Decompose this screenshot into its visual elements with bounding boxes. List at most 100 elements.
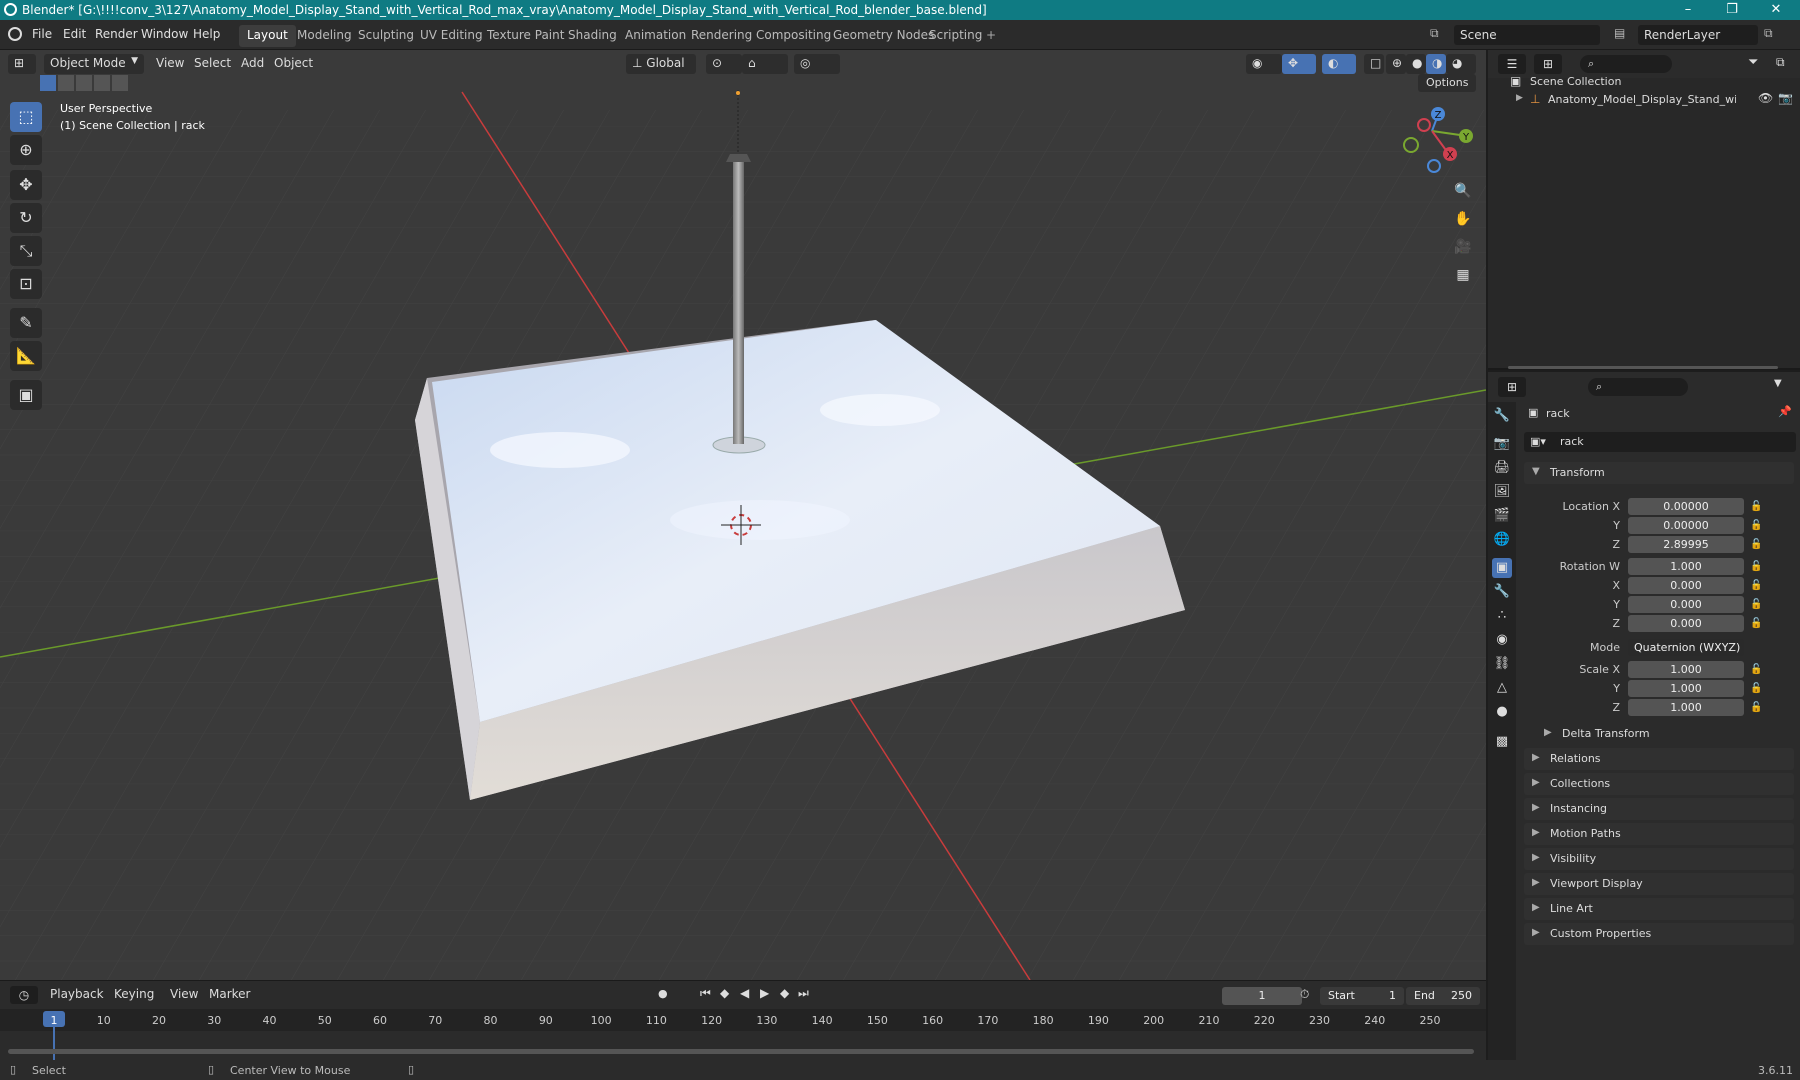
cursor-tool-icon[interactable]: ⊕ xyxy=(10,135,42,165)
rotate-tool-icon[interactable]: ↻ xyxy=(10,203,42,233)
pan-hand-icon[interactable]: ✋ xyxy=(1450,206,1476,232)
scale-x-field[interactable]: 1.000 xyxy=(1628,661,1744,678)
camera-render-icon[interactable]: 📷 xyxy=(1778,91,1793,105)
add-cube-tool-icon[interactable]: ▣ xyxy=(10,380,42,410)
menu-window[interactable]: Window xyxy=(141,27,188,41)
outliner-scrollbar[interactable] xyxy=(1508,366,1778,369)
scene-tab-icon[interactable]: 🎬 xyxy=(1492,506,1512,526)
filter-icon[interactable]: ⏷ xyxy=(1748,55,1768,70)
properties-options-chevron-icon[interactable]: ▼ xyxy=(1774,378,1782,389)
annotate-tool-icon[interactable]: ✎ xyxy=(10,308,42,338)
overlay-toggle-icon[interactable]: ◐ xyxy=(1322,54,1356,74)
menu-render[interactable]: Render xyxy=(95,27,138,41)
material-shading-icon[interactable]: ◑ xyxy=(1426,54,1446,74)
properties-editor-icon[interactable]: ⊞ xyxy=(1498,377,1526,397)
data-tab-icon[interactable]: △ xyxy=(1492,678,1512,698)
scale-tool-icon[interactable]: ⤡ xyxy=(10,236,42,266)
tab-shading[interactable]: Shading xyxy=(560,25,625,47)
rotation-x-field[interactable]: 0.000 xyxy=(1628,577,1744,594)
close-button[interactable]: ✕ xyxy=(1754,0,1798,20)
editor-type-icon[interactable]: ⊞ xyxy=(8,54,36,74)
move-tool-icon[interactable]: ✥ xyxy=(10,170,42,200)
scale-z-field[interactable]: 1.000 xyxy=(1628,699,1744,716)
location-z-field[interactable]: 2.89995 xyxy=(1628,536,1744,553)
lock-icon[interactable]: 🔓 xyxy=(1750,599,1762,610)
constraints-tab-icon[interactable]: ⛓ xyxy=(1492,654,1512,674)
line-art-panel-header[interactable]: ▶ Line Art xyxy=(1524,898,1794,920)
modifier-tab-icon[interactable]: 🔧 xyxy=(1492,582,1512,602)
view-layer-tab-icon[interactable]: 🖼 xyxy=(1492,482,1512,502)
location-y-field[interactable]: 0.00000 xyxy=(1628,517,1744,534)
rotation-mode-dropdown[interactable]: Quaternion (WXYZ) xyxy=(1628,639,1744,656)
solid-shading-icon[interactable]: ● xyxy=(1406,54,1426,74)
xray-icon[interactable]: □ xyxy=(1364,54,1384,74)
menu-help[interactable]: Help xyxy=(193,27,220,41)
tab-texture-paint[interactable]: Texture Paint xyxy=(479,25,572,47)
select-box-tool-icon[interactable]: ⬚ xyxy=(10,102,42,132)
lock-icon[interactable]: 🔓 xyxy=(1750,580,1762,591)
outliner-search-input[interactable]: ⌕ xyxy=(1580,55,1672,73)
rotation-w-field[interactable]: 1.000 xyxy=(1628,558,1744,575)
lock-icon[interactable]: 🔓 xyxy=(1750,664,1762,675)
view-layer-icon[interactable]: ▤ xyxy=(1614,26,1634,40)
scene-icon[interactable]: ⧉ xyxy=(1430,26,1450,44)
lock-icon[interactable]: 🔓 xyxy=(1750,501,1762,512)
select-subtract-icon[interactable] xyxy=(76,75,92,91)
wireframe-shading-icon[interactable]: ⊕ xyxy=(1386,54,1406,74)
object-name-field[interactable]: ▣▾ rack xyxy=(1524,432,1796,452)
lock-icon[interactable]: 🔓 xyxy=(1750,618,1762,629)
transform-tool-icon[interactable]: ⊡ xyxy=(10,269,42,299)
new-view-layer-icon[interactable]: ⧉ xyxy=(1764,26,1773,41)
gizmo-toggle-icon[interactable]: ✥ xyxy=(1282,54,1316,74)
view-layer-selector[interactable]: RenderLayer xyxy=(1638,25,1758,45)
snap-icon[interactable]: ⌂ xyxy=(742,54,788,74)
viewport-menu-add[interactable]: Add xyxy=(237,54,268,74)
particles-tab-icon[interactable]: ∴ xyxy=(1492,606,1512,626)
select-invert-icon[interactable] xyxy=(94,75,110,91)
proportional-edit-icon[interactable]: ◎ xyxy=(794,54,840,74)
select-intersect-icon[interactable] xyxy=(112,75,128,91)
select-new-icon[interactable] xyxy=(40,75,56,91)
select-extend-icon[interactable] xyxy=(58,75,74,91)
zoom-icon[interactable]: 🔍 xyxy=(1450,178,1476,204)
display-mode-icon[interactable]: ⊞ xyxy=(1534,54,1562,74)
rendered-shading-icon[interactable]: ◕ xyxy=(1446,54,1476,74)
menu-file[interactable]: File xyxy=(32,27,52,41)
location-x-field[interactable]: 0.00000 xyxy=(1628,498,1744,515)
lock-icon[interactable]: 🔓 xyxy=(1750,683,1762,694)
rotation-y-field[interactable]: 0.000 xyxy=(1628,596,1744,613)
viewport-display-panel-header[interactable]: ▶ Viewport Display xyxy=(1524,873,1794,895)
eye-icon[interactable]: 👁 xyxy=(1758,91,1773,105)
measure-tool-icon[interactable]: 📐 xyxy=(10,341,42,371)
lock-icon[interactable]: 🔓 xyxy=(1750,539,1762,550)
menu-edit[interactable]: Edit xyxy=(63,27,86,41)
camera-view-icon[interactable]: 🎥 xyxy=(1450,234,1476,260)
options-button[interactable]: Options xyxy=(1418,74,1477,92)
relations-panel-header[interactable]: ▶ Relations xyxy=(1524,748,1794,770)
scale-y-field[interactable]: 1.000 xyxy=(1628,680,1744,697)
outliner-editor-icon[interactable]: ☰ xyxy=(1498,54,1526,74)
tool-tab-icon[interactable]: 🔧 xyxy=(1492,406,1512,426)
transform-panel-header[interactable]: ▼ Transform xyxy=(1524,462,1794,484)
tab-layout[interactable]: Layout xyxy=(239,25,296,47)
material-tab-icon[interactable]: ● xyxy=(1492,702,1512,722)
lock-icon[interactable]: 🔓 xyxy=(1750,520,1762,531)
custom-properties-panel-header[interactable]: ▶ Custom Properties xyxy=(1524,923,1794,945)
3d-viewport[interactable]: Z Y X ⊞ Object Mode ▼ View Select Add Ob… xyxy=(0,50,1486,980)
viewport-menu-view[interactable]: View xyxy=(152,54,188,74)
maximize-button[interactable]: ❐ xyxy=(1710,0,1754,20)
instancing-panel-header[interactable]: ▶ Instancing xyxy=(1524,798,1794,820)
object-tab-icon[interactable]: ▣ xyxy=(1492,558,1512,578)
lock-icon[interactable]: 🔓 xyxy=(1750,702,1762,713)
new-collection-icon[interactable]: ⧉ xyxy=(1776,55,1796,70)
properties-search-input[interactable]: ⌕ xyxy=(1588,378,1688,396)
collections-panel-header[interactable]: ▶ Collections xyxy=(1524,773,1794,795)
scene-selector[interactable]: Scene xyxy=(1454,25,1600,45)
lock-icon[interactable]: 🔓 xyxy=(1750,561,1762,572)
visibility-panel-header[interactable]: ▶ Visibility xyxy=(1524,848,1794,870)
render-tab-icon[interactable]: 📷 xyxy=(1492,434,1512,454)
minimize-button[interactable]: – xyxy=(1666,0,1710,20)
texture-tab-icon[interactable]: ▩ xyxy=(1492,732,1512,752)
blender-menu-icon[interactable] xyxy=(8,27,22,41)
orientation-selector[interactable]: ⊥ Global xyxy=(626,54,696,74)
